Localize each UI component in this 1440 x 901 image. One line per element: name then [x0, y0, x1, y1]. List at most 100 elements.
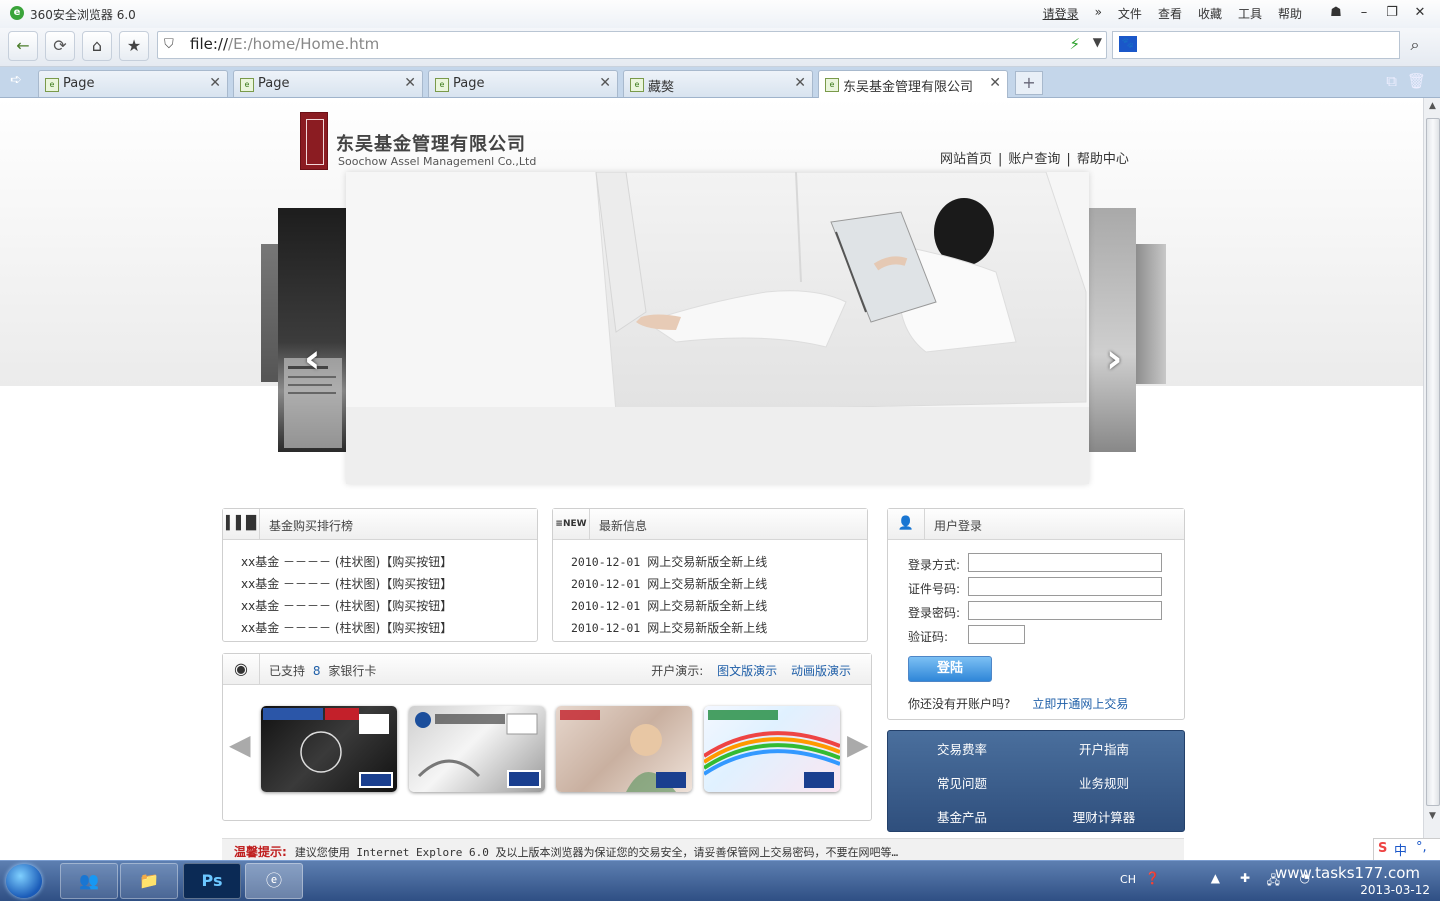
list-item[interactable]: 2010-12-01 网上交易新版全新上线: [571, 573, 767, 595]
restore-tabs-icon[interactable]: ⧉: [1386, 72, 1397, 90]
back-button[interactable]: ←: [8, 31, 38, 61]
link-business-rules[interactable]: 业务规则: [1030, 773, 1178, 792]
tab-page-3[interactable]: e Page ✕: [428, 70, 618, 97]
baidu-paw-icon[interactable]: 🐾: [1119, 36, 1137, 52]
menu-view[interactable]: 查看: [1158, 5, 1182, 22]
login-row: 登录密码:: [908, 601, 1162, 621]
demo-graphic-link[interactable]: 图文版演示: [717, 664, 777, 678]
list-item[interactable]: xx基金 －－－－ (柱状图)【购买按钮】: [241, 617, 452, 639]
input-language[interactable]: CH: [1120, 873, 1136, 886]
carousel-main-slide[interactable]: [346, 172, 1089, 484]
tab-page-4[interactable]: e 藏獒 ✕: [623, 70, 813, 97]
bank-card-abc[interactable]: [704, 706, 840, 792]
panel-header: ≡NEW 最新信息: [553, 509, 867, 540]
menu-help[interactable]: 帮助: [1278, 5, 1302, 22]
tab-tools: ⧉ 🗑: [1386, 72, 1426, 90]
carousel-prev-icon[interactable]: ‹: [304, 336, 320, 382]
link-trading-fees[interactable]: 交易费率: [888, 739, 1036, 758]
tab-page-2[interactable]: e Page ✕: [233, 70, 423, 97]
tab-close-icon[interactable]: ✕: [599, 75, 611, 91]
scroll-down-icon[interactable]: ▼: [1424, 808, 1440, 825]
news-title: 网上交易新版全新上线: [647, 577, 768, 591]
link-faq[interactable]: 常见问题: [888, 773, 1036, 792]
list-item[interactable]: 2010-12-01 网上交易新版全新上线: [571, 617, 767, 639]
list-item[interactable]: 2010-12-01 网上交易新版全新上线: [571, 595, 767, 617]
list-item[interactable]: xx基金 －－－－ (柱状图)【购买按钮】: [241, 551, 452, 573]
open-online-trading-link[interactable]: 立即开通网上交易: [1032, 697, 1128, 711]
cards-prev-icon[interactable]: ◀: [229, 728, 251, 761]
scroll-thumb[interactable]: [1426, 118, 1440, 806]
nav-home[interactable]: 网站首页: [940, 152, 992, 167]
new-tab-button[interactable]: +: [1015, 71, 1043, 95]
taskbar-app-photoshop-icon[interactable]: Ps: [183, 863, 241, 899]
link-account-guide[interactable]: 开户指南: [1030, 739, 1178, 758]
login-method-field[interactable]: [968, 553, 1162, 572]
tab-close-icon[interactable]: ✕: [404, 75, 416, 91]
tray-app-icon[interactable]: ✚: [1240, 871, 1250, 885]
vertical-scrollbar[interactable]: ▲ ▼: [1423, 98, 1440, 860]
scroll-up-icon[interactable]: ▲: [1424, 98, 1440, 115]
list-item[interactable]: 2010-12-01 网上交易新版全新上线: [571, 551, 767, 573]
banks-prefix: 已支持: [269, 664, 306, 678]
bolt-icon[interactable]: ⚡: [1069, 35, 1080, 53]
link-fund-products[interactable]: 基金产品: [888, 807, 1036, 826]
nav-help-center[interactable]: 帮助中心: [1077, 152, 1129, 167]
search-input[interactable]: 🐾: [1112, 31, 1400, 59]
demo-animated-link[interactable]: 动画版演示: [791, 664, 851, 678]
windows-taskbar: 👥 📁 Ps ⓔ CH ❓ ▲ ✚ 🖧 ◔ 2013-03-12 www.tas…: [0, 860, 1440, 901]
tab-page-1[interactable]: e Page ✕: [38, 70, 228, 97]
tab-close-icon[interactable]: ✕: [794, 75, 806, 91]
news-list: 2010-12-01 网上交易新版全新上线 2010-12-01 网上交易新版全…: [571, 551, 767, 639]
menu-tools[interactable]: 工具: [1238, 5, 1262, 22]
menu-more-icon[interactable]: »: [1095, 5, 1102, 22]
cards-next-icon[interactable]: ▶: [847, 728, 869, 761]
minimize-icon[interactable]: –: [1352, 2, 1376, 24]
start-button[interactable]: [6, 864, 42, 898]
list-item[interactable]: xx基金 －－－－ (柱状图)【购买按钮】: [241, 595, 452, 617]
chevron-down-icon[interactable]: ▼: [1093, 35, 1102, 49]
carousel-side-slide-far-right: [1136, 244, 1166, 384]
menu-login[interactable]: 请登录: [1043, 5, 1079, 22]
nav-account-query[interactable]: 账户查询: [1008, 152, 1060, 167]
ime-toolbar[interactable]: S 中 °,: [1373, 838, 1440, 862]
tab-label: 藏獒: [648, 80, 675, 95]
carousel-side-slide-left[interactable]: [278, 208, 348, 452]
captcha-field[interactable]: [968, 625, 1025, 644]
taskbar-app-explorer-icon[interactable]: 📁: [120, 863, 178, 899]
taskbar-app-users-icon[interactable]: 👥: [60, 863, 118, 899]
carousel-next-icon[interactable]: ›: [1106, 336, 1122, 382]
link-finance-calculator[interactable]: 理财计算器: [1030, 807, 1178, 826]
close-icon[interactable]: ✕: [1408, 2, 1432, 24]
sidebar-toggle-icon[interactable]: ➪: [10, 72, 22, 88]
search-icon[interactable]: ⌕: [1400, 31, 1430, 59]
password-field[interactable]: [968, 601, 1162, 620]
favorite-star-button[interactable]: ★: [119, 31, 149, 61]
home-button[interactable]: ⌂: [82, 31, 112, 61]
tab-close-icon[interactable]: ✕: [989, 75, 1001, 91]
taskbar-app-browser-icon[interactable]: ⓔ: [245, 863, 303, 899]
trash-icon[interactable]: 🗑: [1407, 72, 1426, 90]
carousel-side-slide-right[interactable]: [1089, 208, 1136, 452]
id-number-field[interactable]: [968, 577, 1162, 596]
list-item[interactable]: xx基金 －－－－ (柱状图)【购买按钮】: [241, 573, 452, 595]
url-field[interactable]: ⛉ file:///E:/home/Home.htm ⚡ ▼: [157, 31, 1107, 59]
page-viewport: 东吴基金管理有限公司 Soochow Assel Managemenl Co.,…: [0, 98, 1423, 860]
clock-date[interactable]: 2013-03-12: [1360, 883, 1430, 897]
tab-close-icon[interactable]: ✕: [209, 75, 221, 91]
warm-tip-bar: 温馨提示: 建议您使用 Internet Explore 6.0 及以上版本浏览器…: [222, 838, 1184, 860]
tray-overflow-icon[interactable]: ▲: [1211, 871, 1220, 885]
menu-favorites[interactable]: 收藏: [1198, 5, 1222, 22]
menu-file[interactable]: 文件: [1118, 5, 1142, 22]
login-button[interactable]: 登陆: [908, 656, 992, 682]
bank-card-citic[interactable]: [556, 706, 692, 792]
bank-card-ccb[interactable]: [409, 706, 545, 792]
restore-icon[interactable]: ❐: [1380, 2, 1404, 24]
brand-name-cn: 东吴基金管理有限公司: [336, 134, 526, 155]
skin-icon[interactable]: ☗: [1324, 2, 1348, 24]
bank-card-cmb[interactable]: [261, 706, 397, 792]
refresh-button[interactable]: ⟳: [45, 31, 75, 61]
help-icon[interactable]: ❓: [1145, 871, 1160, 885]
card-artwork: [263, 708, 393, 788]
tab-active-site[interactable]: e 东吴基金管理有限公司 ✕: [818, 70, 1008, 98]
panel-title: 用户登录: [934, 519, 983, 533]
